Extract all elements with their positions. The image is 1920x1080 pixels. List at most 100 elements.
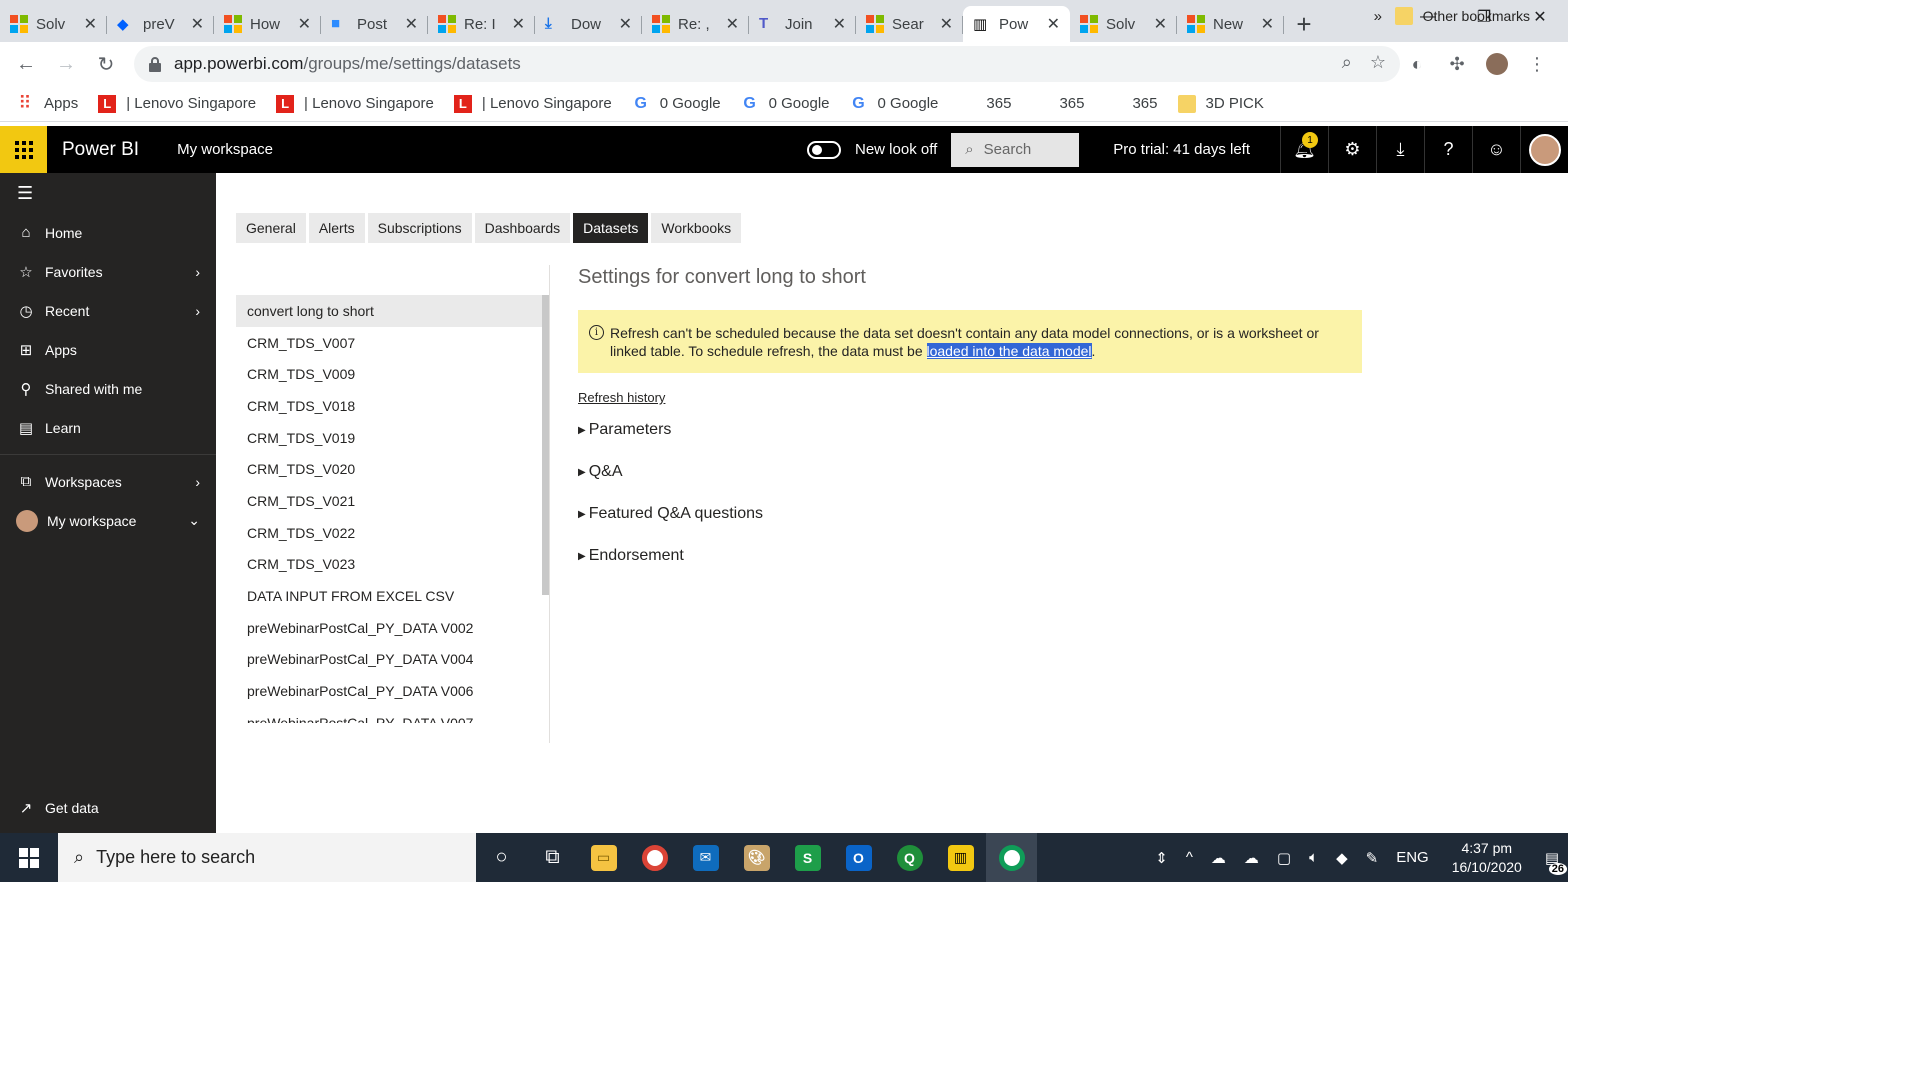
address-bar[interactable]: app.powerbi.com/groups/me/settings/datas… [134, 46, 1400, 82]
nav-item-home[interactable]: ⌂ Home [0, 213, 216, 252]
dataset-list-item[interactable]: CRM_TDS_V023 [236, 549, 542, 581]
help-button[interactable]: ? [1424, 126, 1472, 173]
bookmark-item[interactable]: G 0 Google [741, 95, 829, 113]
brand-title[interactable]: Power BI [62, 139, 139, 161]
browser-tab[interactable]: T Join ✕ [749, 6, 856, 42]
onedrive-personal-icon[interactable]: ☁ [1244, 849, 1259, 867]
nav-my-workspace[interactable]: My workspace ⌄ [0, 501, 216, 540]
app-launcher-icon[interactable] [0, 126, 47, 173]
pen-icon[interactable]: ✎ [1366, 849, 1379, 867]
section-endorsement[interactable]: ▶ Endorsement [578, 547, 684, 565]
download-button[interactable]: ⤓ [1376, 126, 1424, 173]
dataset-list-item[interactable]: preWebinarPostCal_PY_DATA V006 [236, 675, 542, 707]
browser-tab[interactable]: ⤓ Dow ✕ [535, 6, 642, 42]
dataset-list-item[interactable]: CRM_TDS_V009 [236, 358, 542, 390]
account-button[interactable] [1520, 126, 1568, 173]
dataset-list-item[interactable]: CRM_TDS_V018 [236, 390, 542, 422]
new-tab-button[interactable]: + [1284, 6, 1324, 42]
nav-item-shared-with-me[interactable]: ⚲ Shared with me [0, 369, 216, 408]
close-tab-icon[interactable]: ✕ [191, 14, 204, 34]
nav-item-favorites[interactable]: ☆ Favorites › [0, 252, 216, 291]
tab-datasets[interactable]: Datasets [573, 213, 649, 243]
dataset-list-item[interactable]: CRM_TDS_V020 [236, 453, 542, 485]
close-tab-icon[interactable]: ✕ [405, 14, 418, 34]
browser-tab[interactable]: Solv ✕ [0, 6, 107, 42]
dataset-list-item[interactable]: CRM_TDS_V007 [236, 327, 542, 359]
browser-tab[interactable]: New ✕ [1177, 6, 1284, 42]
browser-tab[interactable]: Solv ✕ [1070, 6, 1177, 42]
close-tab-icon[interactable]: ✕ [298, 14, 311, 34]
bookmark-item[interactable]: ⠿ Apps [16, 93, 78, 113]
close-tab-icon[interactable]: ✕ [619, 14, 632, 34]
tab-dashboards[interactable]: Dashboards [474, 213, 571, 243]
nav-workspaces[interactable]: ⧉ Workspaces › [0, 462, 216, 501]
display-icon[interactable]: ▢ [1277, 849, 1291, 867]
dataset-list-item[interactable]: CRM_TDS_V022 [236, 517, 542, 549]
section-q-a[interactable]: ▶ Q&A [578, 463, 623, 481]
dropbox-icon[interactable]: ◆ [1336, 849, 1348, 867]
bookmark-item[interactable]: G 0 Google [632, 95, 721, 113]
bookmark-item[interactable]: 365 [1031, 95, 1084, 113]
bookmark-star-icon[interactable]: ☆ [1370, 52, 1386, 73]
search-box[interactable]: ⌕ Search [951, 132, 1080, 167]
browser-tab[interactable]: Re: I ✕ [428, 6, 535, 42]
file-explorer-icon[interactable]: ▭ [578, 833, 629, 882]
close-tab-icon[interactable]: ✕ [1154, 14, 1167, 34]
browser-tab[interactable]: ◆ preV ✕ [107, 6, 214, 42]
dataset-list-scrollbar[interactable] [542, 295, 549, 595]
paint-icon[interactable]: 🎨︎ [731, 833, 782, 882]
bookmark-item[interactable]: L | Lenovo Singapore [276, 94, 434, 113]
close-tab-icon[interactable]: ✕ [940, 14, 953, 34]
browser-tab[interactable]: ■ Post ✕ [321, 6, 428, 42]
dataset-list-item[interactable]: convert long to short [236, 295, 542, 327]
section-parameters[interactable]: ▶ Parameters [578, 421, 671, 439]
back-icon[interactable]: ← [6, 46, 46, 82]
action-center-icon[interactable]: ▤ 26 [1545, 849, 1567, 875]
chrome-icon[interactable] [629, 833, 680, 882]
close-tab-icon[interactable]: ✕ [1047, 14, 1060, 34]
powerbi-desktop-icon[interactable]: ▥ [935, 833, 986, 882]
bookmarks-overflow[interactable]: » [1374, 8, 1382, 25]
bookmark-item[interactable]: 365 [1104, 95, 1157, 113]
chrome-active-icon[interactable] [986, 833, 1037, 882]
zoom-icon[interactable]: ⌕ [1342, 52, 1352, 73]
close-tab-icon[interactable]: ✕ [1261, 14, 1274, 34]
volume-icon[interactable]: 🔈︎ [1309, 849, 1318, 866]
clock[interactable]: 4:37 pm 16/10/2020 [1452, 839, 1522, 877]
settings-button[interactable]: ⚙ [1328, 126, 1376, 173]
qlik-icon[interactable]: Q [884, 833, 935, 882]
puzzle-icon[interactable]: ✣ [1446, 53, 1468, 75]
nav-item-learn[interactable]: ▤ Learn [0, 408, 216, 447]
dataset-list-item[interactable]: preWebinarPostCal_PY_DATA V007 [236, 707, 542, 723]
app-s-icon[interactable]: S [782, 833, 833, 882]
onedrive-icon[interactable]: ☁ [1211, 849, 1226, 867]
close-tab-icon[interactable]: ✕ [84, 14, 97, 34]
refresh-history-link[interactable]: Refresh history [578, 390, 665, 405]
tab-subscriptions[interactable]: Subscriptions [367, 213, 472, 243]
trial-status[interactable]: Pro trial: 41 days left [1113, 141, 1250, 158]
hamburger-icon[interactable]: ☰ [0, 173, 216, 213]
dataset-list-item[interactable]: preWebinarPostCal_PY_DATA V002 [236, 612, 542, 644]
bookmark-item[interactable]: 365 [958, 95, 1011, 113]
feedback-button[interactable]: ☺ [1472, 126, 1520, 173]
tab-alerts[interactable]: Alerts [308, 213, 365, 243]
profile-avatar[interactable] [1486, 53, 1508, 75]
browser-tab[interactable]: Sear ✕ [856, 6, 963, 42]
taskbar-search[interactable]: ⌕ Type here to search [58, 833, 476, 882]
tray-scroll-icon[interactable]: ⇕ [1155, 849, 1168, 867]
dataset-list-item[interactable]: preWebinarPostCal_PY_DATA V004 [236, 644, 542, 676]
nav-item-recent[interactable]: ◷ Recent › [0, 291, 216, 330]
extension-circle-icon[interactable]: ◐ [1406, 53, 1428, 75]
browser-tab[interactable]: Re: , ✕ [642, 6, 749, 42]
dataset-list-item[interactable]: DATA INPUT FROM EXCEL CSV [236, 580, 542, 612]
dataset-list-item[interactable]: CRM_TDS_V019 [236, 422, 542, 454]
nav-get-data[interactable]: ↗ Get data [0, 788, 216, 827]
other-bookmarks[interactable]: Other bookmarks [1394, 7, 1530, 25]
mail-icon[interactable]: ✉ [680, 833, 731, 882]
close-tab-icon[interactable]: ✕ [833, 14, 846, 34]
close-tab-icon[interactable]: ✕ [726, 14, 739, 34]
cortana-icon[interactable]: ○ [476, 833, 527, 882]
bookmark-item[interactable]: L | Lenovo Singapore [453, 94, 612, 113]
data-model-link[interactable]: loaded into the data model [926, 343, 1092, 359]
section-featured-q-a-questions[interactable]: ▶ Featured Q&A questions [578, 505, 763, 523]
